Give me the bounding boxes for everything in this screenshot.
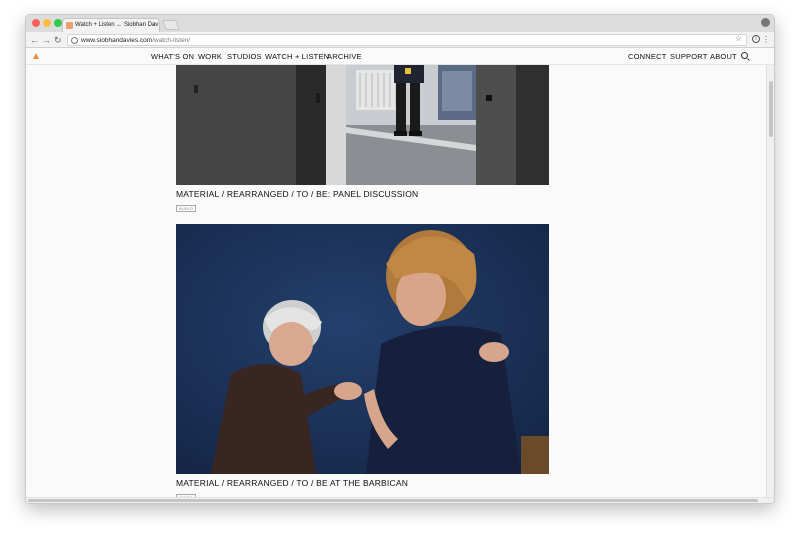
nav-archive[interactable]: ARCHIVE <box>327 52 362 62</box>
minimize-window-button[interactable] <box>43 19 51 27</box>
entry-photo-panel-discussion[interactable] <box>176 65 549 185</box>
tab-title: Watch + Listen ← Siobhan Dav <box>75 22 159 28</box>
tab-close-icon[interactable]: × <box>152 19 156 32</box>
favicon-icon <box>66 22 73 29</box>
back-button[interactable]: ← <box>30 33 39 47</box>
site-navigation: WHAT'S ON WORK STUDIOS WATCH + LISTEN AR… <box>26 49 774 65</box>
url-host: www.siobhandavies.com <box>81 37 153 44</box>
entry-tag-audio[interactable]: AUDIO <box>176 205 197 212</box>
horizontal-scroll-thumb[interactable] <box>28 499 758 502</box>
entry-title-barbican[interactable]: MATERIAL / REARRANGED / TO / BE AT THE B… <box>176 478 408 489</box>
forward-button[interactable]: → <box>42 33 51 47</box>
horizontal-scrollbar[interactable] <box>26 497 774 503</box>
page-content: WHAT'S ON WORK STUDIOS WATCH + LISTEN AR… <box>26 49 774 503</box>
vertical-scrollbar[interactable] <box>766 49 774 499</box>
photo-dancers <box>176 224 549 474</box>
extension-icon[interactable]: i <box>752 35 760 43</box>
search-icon[interactable] <box>741 52 748 59</box>
browser-toolbar: ← → ↻ www.siobhandavies.com/watch-listen… <box>26 32 774 48</box>
nav-studios[interactable]: STUDIOS <box>227 52 262 62</box>
site-info-icon[interactable] <box>71 37 78 44</box>
new-tab-button[interactable] <box>162 20 180 30</box>
browser-window: Watch + Listen ← Siobhan Dav × ← → ↻ www… <box>25 14 775 504</box>
entry-photo-barbican[interactable] <box>176 224 549 474</box>
profile-icon[interactable] <box>761 18 770 27</box>
photo-gallery-doorway <box>176 65 549 185</box>
nav-about[interactable]: ABOUT <box>710 52 737 62</box>
url-path: /watch-listen/ <box>152 37 191 44</box>
star-icon[interactable]: ☆ <box>735 34 742 43</box>
kebab-menu-icon[interactable]: ⋮ <box>762 33 770 47</box>
entry-title-panel-discussion[interactable]: MATERIAL / REARRANGED / TO / BE: PANEL D… <box>176 189 418 200</box>
nav-work[interactable]: WORK <box>198 52 222 62</box>
nav-support[interactable]: SUPPORT <box>670 52 708 62</box>
nav-whats-on[interactable]: WHAT'S ON <box>151 52 194 62</box>
tab-strip: Watch + Listen ← Siobhan Dav × <box>26 15 774 32</box>
address-bar[interactable]: www.siobhandavies.com/watch-listen/ ☆ i <box>67 34 760 46</box>
browser-tab-active[interactable]: Watch + Listen ← Siobhan Dav × <box>62 18 160 32</box>
url-text[interactable]: www.siobhandavies.com/watch-listen/ <box>81 35 190 46</box>
close-window-button[interactable] <box>32 19 40 27</box>
reload-button[interactable]: ↻ <box>54 33 62 47</box>
maximize-window-button[interactable] <box>54 19 62 27</box>
nav-watch-listen[interactable]: WATCH + LISTEN <box>265 52 329 62</box>
vertical-scroll-thumb[interactable] <box>769 81 773 137</box>
nav-connect[interactable]: CONNECT <box>628 52 666 62</box>
triangle-logo-icon[interactable] <box>33 53 39 59</box>
